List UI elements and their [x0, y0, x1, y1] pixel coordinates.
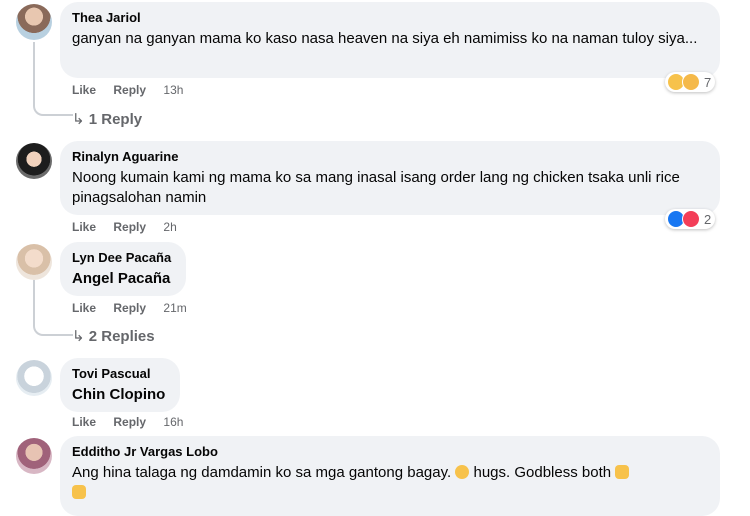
comment-actions: Like Reply 13h	[72, 83, 197, 97]
comment-author[interactable]: Thea Jariol	[72, 10, 708, 26]
comment-text: Chin Clopino	[72, 386, 166, 403]
comment-actions: Like Reply 2h	[72, 220, 191, 234]
comment-item: Edditho Jr Vargas Lobo Ang hina talaga n…	[0, 436, 750, 516]
comment-author[interactable]: Tovi Pascual	[72, 366, 168, 382]
emoji-icon	[72, 485, 86, 499]
replies-label: 2 Replies	[88, 328, 155, 345]
comment-actions: Like Reply 16h	[72, 415, 197, 429]
reaction-summary[interactable]: 7	[665, 72, 716, 92]
comment-author[interactable]: Edditho Jr Vargas Lobo	[72, 444, 708, 460]
reply-button[interactable]: Reply	[113, 415, 146, 429]
comment-text-part: Ang hina talaga ng damdamin ko sa mga ga…	[72, 464, 452, 481]
avatar[interactable]	[16, 438, 52, 474]
reaction-summary[interactable]: 2	[665, 209, 716, 229]
emoji-icon	[455, 465, 470, 479]
like-button[interactable]: Like	[72, 301, 96, 315]
like-button[interactable]: Like	[72, 83, 96, 97]
reaction-count: 2	[704, 211, 712, 227]
like-button[interactable]: Like	[72, 220, 96, 234]
emoji-icon	[615, 465, 630, 479]
like-button[interactable]: Like	[72, 415, 96, 429]
timestamp[interactable]: 16h	[163, 415, 183, 429]
reply-arrow-icon: ↳	[72, 328, 85, 345]
heart-reaction-icon	[682, 210, 700, 228]
comment-text: Angel Pacaña	[72, 270, 171, 287]
comment-item: Thea Jariol ganyan na ganyan mama ko kas…	[0, 0, 750, 135]
timestamp[interactable]: 13h	[163, 83, 183, 97]
reply-button[interactable]: Reply	[113, 83, 146, 97]
avatar[interactable]	[16, 143, 52, 179]
comment-text: Noong kumain kami ng mama ko sa mang ina…	[72, 169, 680, 206]
comment-text-part: hugs. Godbless both	[473, 464, 612, 481]
comment-item: Tovi Pascual Chin Clopino Like Reply 16h	[0, 356, 750, 434]
sad-reaction-icon	[682, 73, 700, 91]
reply-button[interactable]: Reply	[113, 301, 146, 315]
avatar[interactable]	[16, 4, 52, 40]
reply-arrow-icon: ↳	[72, 111, 85, 128]
reply-button[interactable]: Reply	[113, 220, 146, 234]
comment-bubble: Tovi Pascual Chin Clopino	[60, 358, 180, 412]
timestamp[interactable]: 2h	[163, 220, 176, 234]
comment-actions: Like Reply 21m	[72, 301, 201, 315]
comment-bubble: Edditho Jr Vargas Lobo Ang hina talaga n…	[60, 436, 720, 516]
comment-text: Ang hina talaga ng damdamin ko sa mga ga…	[72, 463, 708, 503]
replies-label: 1 Reply	[88, 111, 143, 128]
comment-author[interactable]: Lyn Dee Pacaña	[72, 250, 174, 266]
reaction-count: 7	[704, 74, 712, 90]
view-replies-button[interactable]: ↳ 1 Reply	[72, 110, 142, 128]
comment-item: Lyn Dee Pacaña Angel Pacaña Like Reply 2…	[0, 240, 750, 355]
avatar[interactable]	[16, 360, 52, 396]
comment-item: Rinalyn Aguarine Noong kumain kami ng ma…	[0, 139, 750, 239]
comment-bubble: Lyn Dee Pacaña Angel Pacaña	[60, 242, 186, 296]
timestamp[interactable]: 21m	[163, 301, 186, 315]
avatar[interactable]	[16, 244, 52, 280]
view-replies-button[interactable]: ↳ 2 Replies	[72, 327, 155, 345]
comment-bubble: Thea Jariol ganyan na ganyan mama ko kas…	[60, 2, 720, 78]
comment-bubble: Rinalyn Aguarine Noong kumain kami ng ma…	[60, 141, 720, 215]
comment-author[interactable]: Rinalyn Aguarine	[72, 149, 708, 165]
comment-text: ganyan na ganyan mama ko kaso nasa heave…	[72, 30, 698, 47]
